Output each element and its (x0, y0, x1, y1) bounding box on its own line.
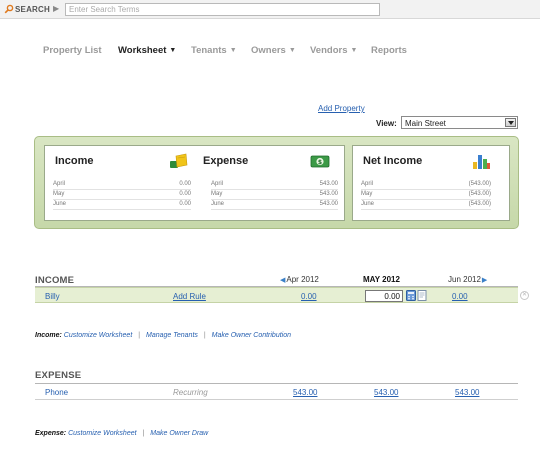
caret-down-icon: ▼ (350, 47, 358, 54)
table-row: Billy Add Rule 0.00 0.00 ✕ (35, 287, 529, 303)
search-icon (4, 4, 14, 14)
net-income-title: Net Income (363, 155, 423, 167)
expense-footer-links: Expense: Customize Worksheet | Make Owne… (35, 430, 208, 437)
add-rule-link[interactable]: Add Rule (173, 292, 206, 301)
next-arrow-icon: ▶ (481, 277, 488, 284)
expense-prev-amount[interactable]: 543.00 (293, 388, 317, 397)
list-item: June 0.00 (53, 200, 191, 210)
list-item: June (543.00) (361, 200, 491, 210)
make-owner-draw-link[interactable]: Make Owner Draw (150, 430, 208, 437)
net-income-card: Net Income April (543.00) May (543.00) Jun… (352, 145, 510, 221)
income-footer-links: Income: Customize Worksheet | Manage Ten… (35, 332, 291, 339)
separator: | (142, 430, 145, 437)
income-section-title: INCOME (35, 275, 75, 286)
search-bar: SEARCH ▶ (0, 0, 540, 19)
add-property-link[interactable]: Add Property (318, 104, 365, 113)
list-item: April (543.00) (361, 180, 491, 190)
separator: | (138, 332, 141, 339)
expense-name[interactable]: Phone (45, 388, 68, 397)
search-label: SEARCH (15, 5, 50, 14)
current-month-header: MAY 2012 (363, 275, 400, 284)
income-current-amount-input[interactable] (365, 290, 403, 302)
remove-row-icon[interactable]: ✕ (520, 291, 529, 300)
recurring-label[interactable]: Recurring (173, 388, 208, 397)
income-prev-amount[interactable]: 0.00 (301, 292, 317, 301)
income-expense-card: Income April 0.00 May 0.00 June 0.00 Expens… (44, 145, 345, 221)
income-summary-rows: April 0.00 May 0.00 June 0.00 (53, 180, 191, 210)
caret-down-icon: ▼ (288, 47, 296, 54)
summary-panel: Income April 0.00 May 0.00 June 0.00 Expens… (34, 136, 519, 229)
calculator-icon[interactable] (406, 290, 416, 301)
net-income-rows: April (543.00) May (543.00) June (543.00) (361, 180, 491, 210)
income-summary-title: Income (55, 155, 94, 167)
list-item: April 543.00 (211, 180, 338, 190)
income-next-amount[interactable]: 0.00 (452, 292, 468, 301)
income-footer-label: Income: (35, 332, 62, 339)
expense-footer-label: Expense: (35, 430, 67, 437)
nav-owners[interactable]: Owners ▼ (251, 45, 296, 56)
expense-current-amount[interactable]: 543.00 (374, 388, 398, 397)
caret-down-icon: ▼ (169, 47, 177, 54)
expense-summary-title: Expense (203, 155, 249, 167)
bar-chart-icon (473, 155, 490, 169)
make-owner-contribution-link[interactable]: Make Owner Contribution (212, 332, 291, 339)
view-label: View: (376, 119, 397, 128)
nav-vendors[interactable]: Vendors ▼ (310, 45, 357, 56)
divider (35, 383, 518, 384)
list-item: June 543.00 (211, 200, 338, 210)
list-item: May (543.00) (361, 190, 491, 200)
dropdown-arrow-icon[interactable] (505, 118, 516, 127)
chevron-right-icon: ▶ (53, 4, 60, 13)
view-selected-value: Main Street (405, 119, 446, 128)
money-bag-icon (170, 153, 188, 168)
list-item: April 0.00 (53, 180, 191, 190)
dollar-bill-icon: $ (310, 155, 330, 168)
note-icon[interactable] (417, 290, 427, 301)
svg-text:$: $ (318, 159, 322, 166)
prev-month-button[interactable]: ◀Apr 2012 (280, 275, 319, 284)
prev-arrow-icon: ◀ (280, 277, 286, 284)
caret-down-icon: ▼ (229, 47, 237, 54)
customize-worksheet-link[interactable]: Customize Worksheet (68, 430, 136, 437)
expense-next-amount[interactable]: 543.00 (455, 388, 479, 397)
table-row: Phone Recurring 543.00 543.00 543.00 (35, 385, 518, 400)
view-select[interactable]: Main Street (401, 116, 518, 129)
customize-worksheet-link[interactable]: Customize Worksheet (64, 332, 132, 339)
expense-summary-rows: April 543.00 May 543.00 June 543.00 (211, 180, 338, 210)
expense-section-title: EXPENSE (35, 370, 82, 381)
nav-reports[interactable]: Reports (371, 45, 407, 56)
manage-tenants-link[interactable]: Manage Tenants (146, 332, 198, 339)
income-name[interactable]: Billy (45, 292, 60, 301)
nav-worksheet[interactable]: Worksheet ▼ (118, 45, 176, 56)
search-input[interactable] (65, 3, 380, 16)
nav-property-list[interactable]: Property List (43, 45, 102, 56)
separator: | (203, 332, 206, 339)
next-month-button[interactable]: Jun 2012▶ (448, 275, 487, 284)
list-item: May 0.00 (53, 190, 191, 200)
nav-tenants[interactable]: Tenants ▼ (191, 45, 237, 56)
list-item: May 543.00 (211, 190, 338, 200)
